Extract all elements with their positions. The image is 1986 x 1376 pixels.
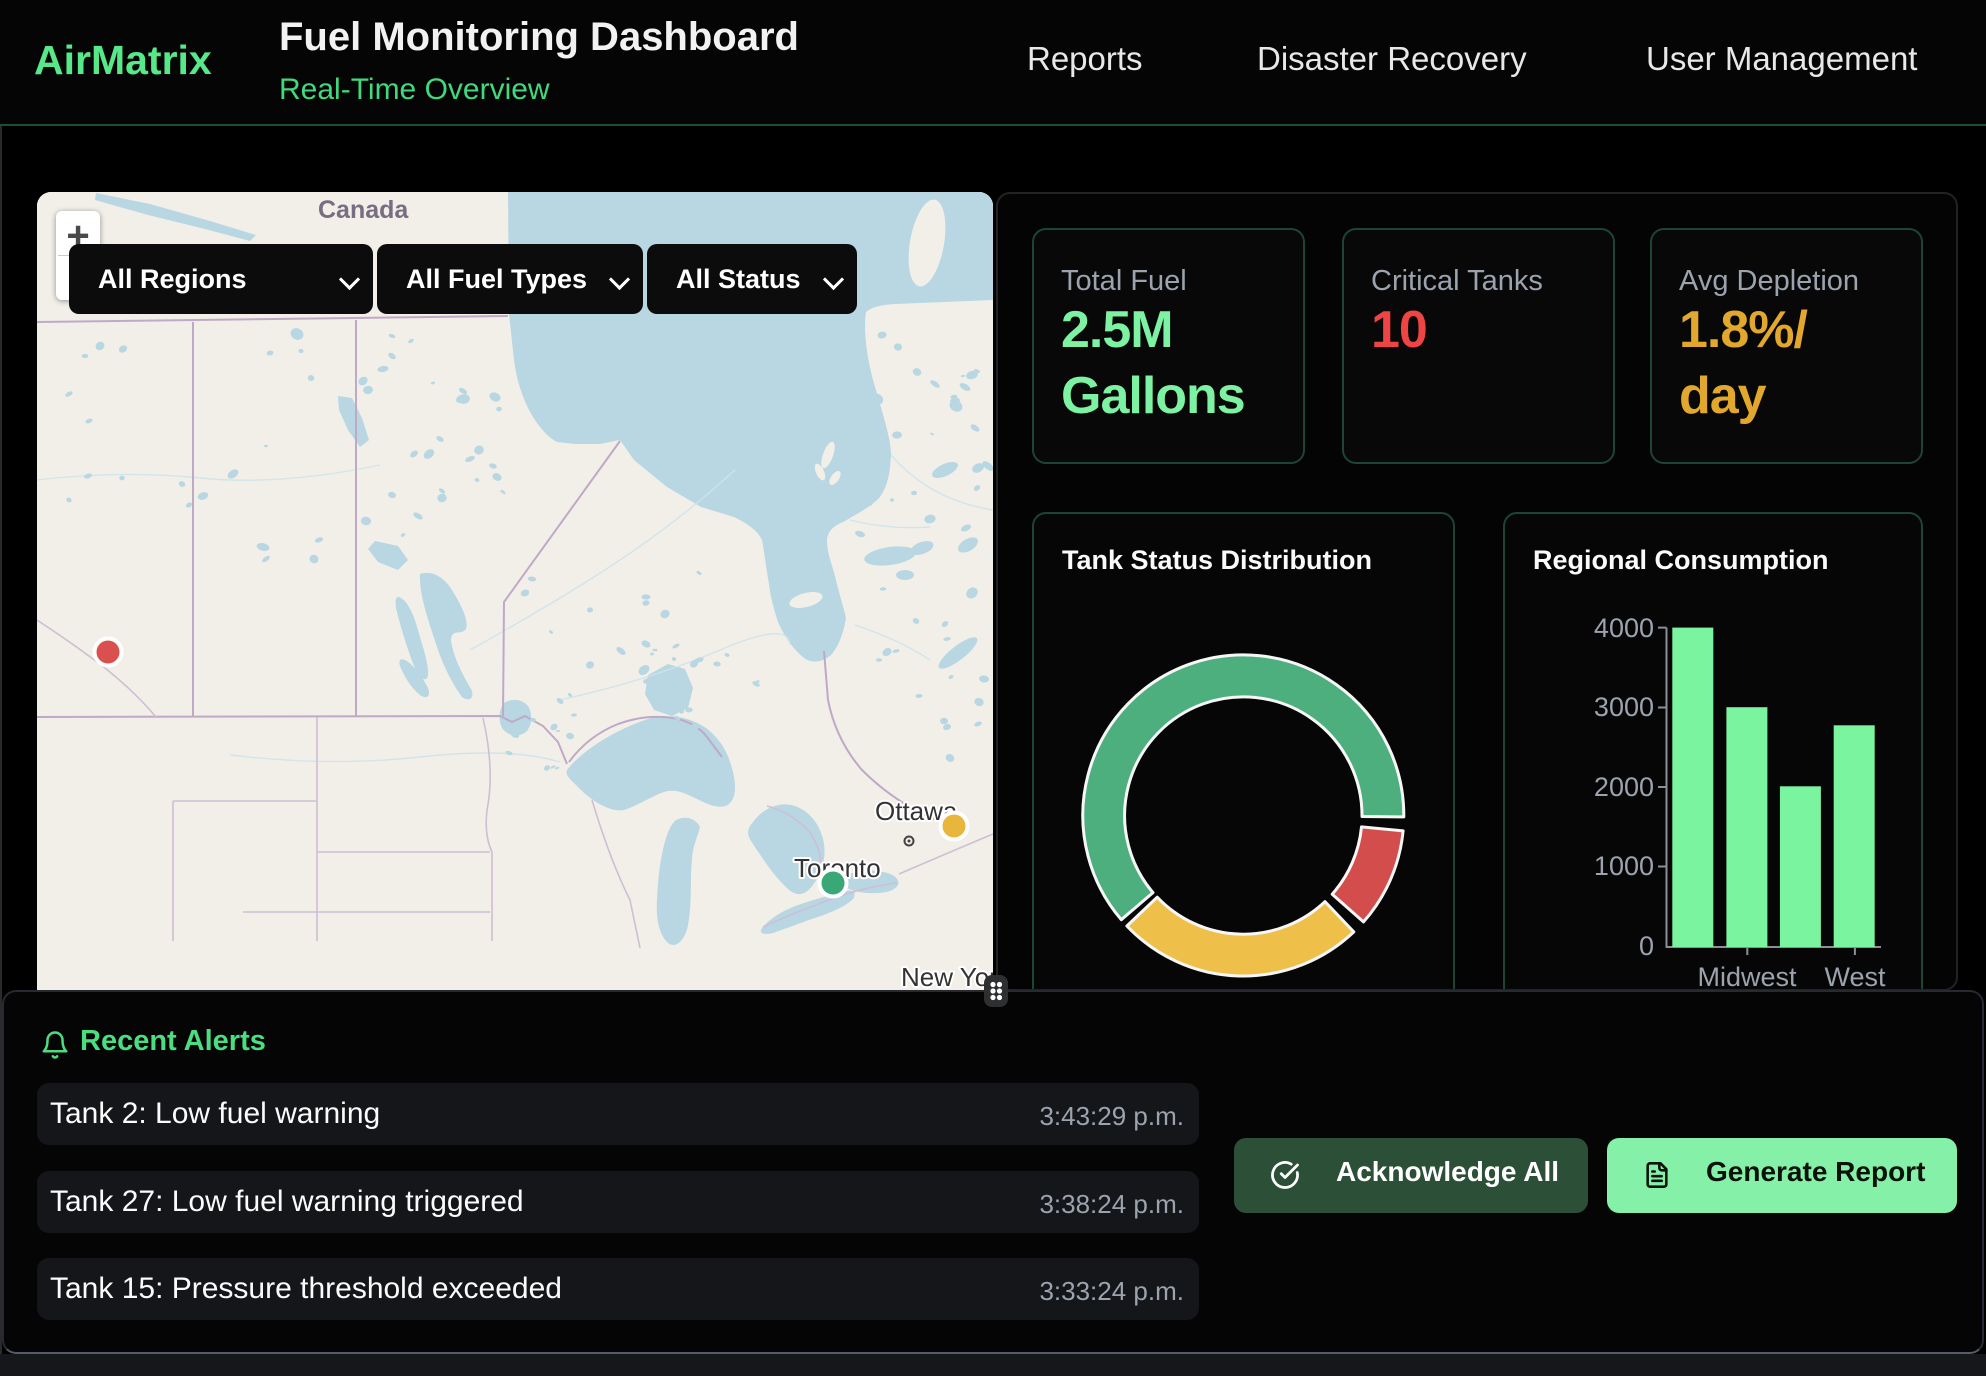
svg-text:3000: 3000 <box>1594 692 1654 722</box>
svg-text:Midwest: Midwest <box>1697 962 1797 991</box>
svg-text:West: West <box>1824 962 1886 991</box>
svg-text:1000: 1000 <box>1594 851 1654 881</box>
svg-text:Canada: Canada <box>318 196 409 224</box>
svg-text:2000: 2000 <box>1594 772 1654 802</box>
svg-text:0: 0 <box>1639 931 1654 961</box>
svg-text:4000: 4000 <box>1594 613 1654 643</box>
svg-text:New York: New York <box>901 962 993 990</box>
